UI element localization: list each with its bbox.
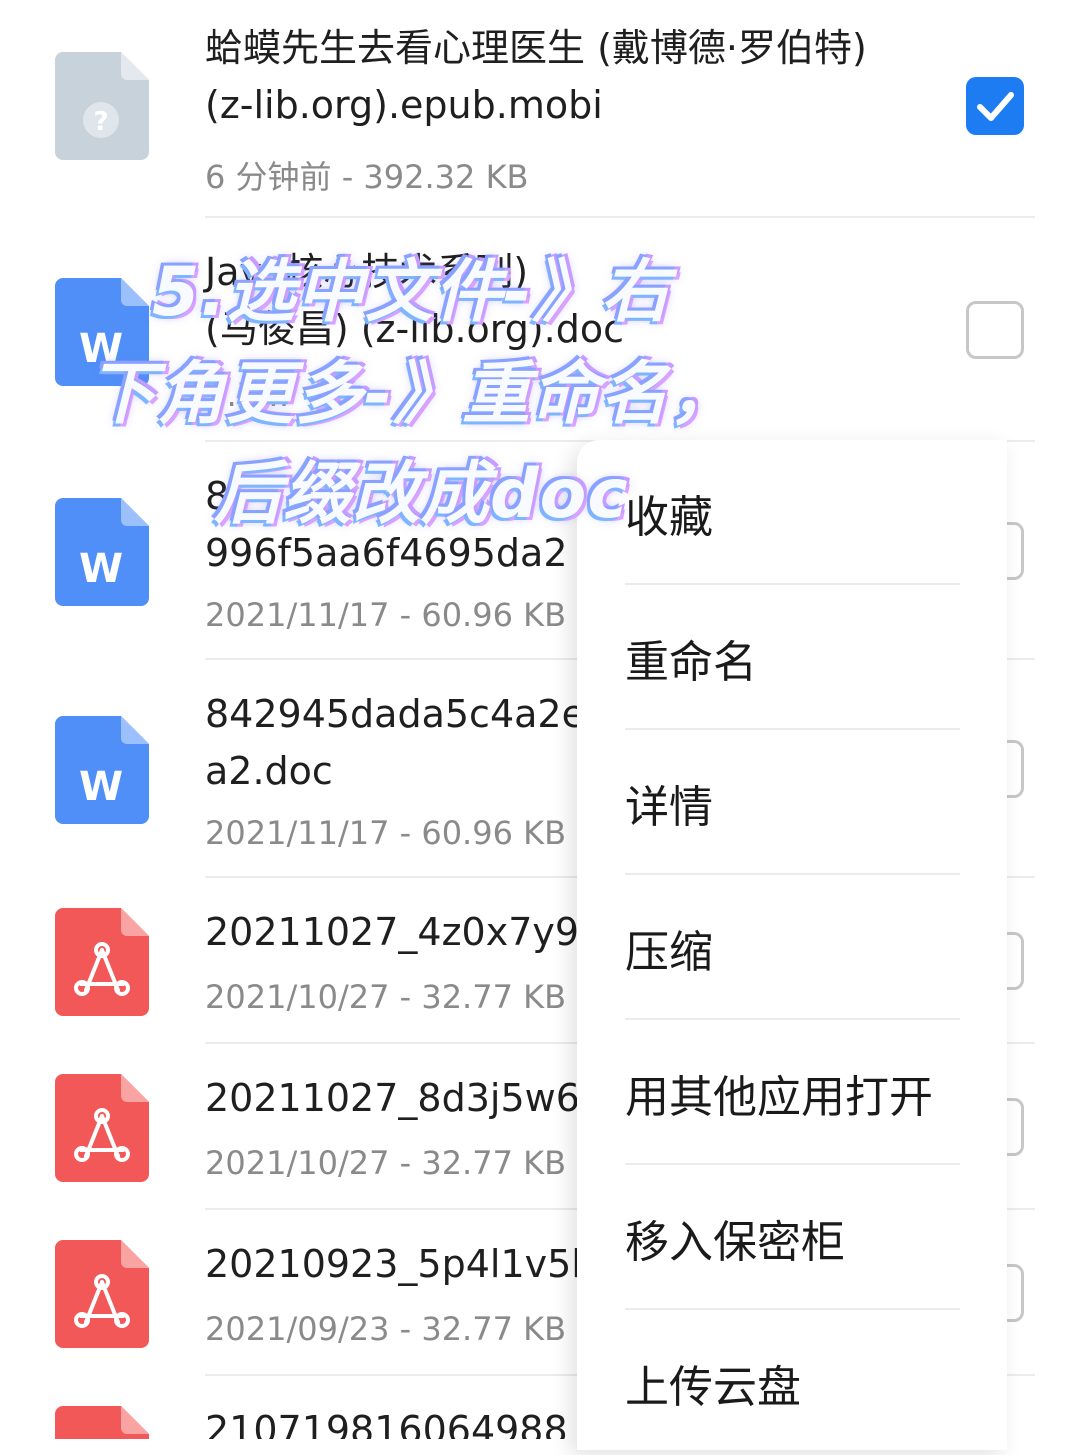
pdf-file-icon <box>55 1074 149 1182</box>
file-meta: 2021/11/17 - 60.96 KB <box>205 814 567 852</box>
svg-text:W: W <box>79 546 123 592</box>
word-file-icon: W <box>55 498 149 606</box>
context-menu: 收藏 重命名 详情 压缩 用其他应用打开 移入保密柜 上传云盘 <box>577 440 1007 1450</box>
file-row[interactable]: ? 蛤蟆先生去看心理医生 (戴博德·罗伯特) (z-lib.org).epub.… <box>0 0 1080 218</box>
menu-item-compress[interactable]: 压缩 <box>625 875 960 1020</box>
menu-item-details[interactable]: 详情 <box>625 730 960 875</box>
unknown-file-icon: ? <box>55 52 149 160</box>
file-meta: 2021/10/27 - 32.77 KB <box>205 1144 567 1182</box>
file-name: 蛤蟆先生去看心理医生 (戴博德·罗伯特) (z-lib.org).epub.mo… <box>205 26 879 127</box>
pdf-file-icon <box>55 908 149 1016</box>
pdf-file-icon <box>55 1240 149 1348</box>
svg-text:W: W <box>79 764 123 810</box>
caption-line-2: 下角更多-》重命名， <box>88 355 739 434</box>
file-meta: 6 分钟前 - 392.32 KB <box>205 158 529 196</box>
caption-line-3: 后缀改成doc <box>214 455 629 534</box>
file-meta: 2021/10/27 - 32.77 KB <box>205 978 567 1016</box>
checkmark-icon <box>977 92 1014 121</box>
word-file-icon: W <box>55 716 149 824</box>
menu-item-rename[interactable]: 重命名 <box>625 585 960 730</box>
file-checkbox-checked[interactable] <box>966 77 1024 135</box>
file-checkbox[interactable] <box>966 301 1024 359</box>
menu-item-move-to-safe[interactable]: 移入保密柜 <box>625 1165 960 1310</box>
svg-text:?: ? <box>93 107 108 137</box>
caption-line-1: 5.选中文件-》右 <box>152 253 671 332</box>
file-meta: 2021/09/23 - 32.77 KB <box>205 1310 567 1348</box>
file-meta: 2021/11/17 - 60.96 KB <box>205 596 567 634</box>
menu-item-upload-cloud[interactable]: 上传云盘 <box>625 1310 960 1455</box>
menu-item-favorite[interactable]: 收藏 <box>625 440 960 585</box>
pdf-file-icon <box>55 1406 149 1439</box>
menu-item-open-with[interactable]: 用其他应用打开 <box>625 1020 960 1165</box>
